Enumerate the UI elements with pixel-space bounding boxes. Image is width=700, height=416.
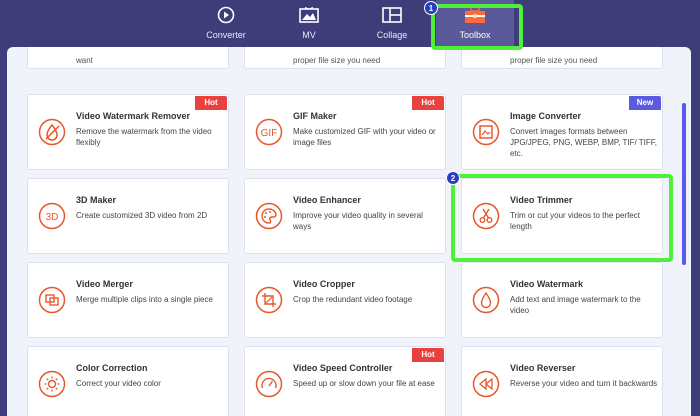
crop-icon bbox=[255, 286, 283, 314]
gif-icon: GIF bbox=[255, 118, 283, 146]
mv-icon bbox=[299, 5, 319, 25]
tool-card-color-correction[interactable]: Color Correction Correct your video colo… bbox=[27, 346, 229, 416]
tool-title: Video Reverser bbox=[510, 363, 576, 373]
partial-card[interactable]: proper file size you need bbox=[244, 47, 446, 69]
tool-desc: Create customized 3D video from 2D bbox=[76, 211, 208, 220]
partial-desc: want bbox=[76, 56, 93, 65]
tool-title: 3D Maker bbox=[76, 195, 117, 205]
watermark-remove-icon bbox=[38, 118, 66, 146]
hot-badge: Hot bbox=[412, 348, 444, 362]
tool-desc: Merge multiple clips into a single piece bbox=[76, 295, 213, 304]
tab-mv[interactable]: MV bbox=[269, 0, 349, 48]
tool-card-video-reverser[interactable]: Video Reverser Reverse your video and tu… bbox=[461, 346, 663, 416]
tool-desc: Speed up or slow down your file at ease bbox=[293, 379, 435, 388]
scrollbar-thumb[interactable] bbox=[682, 103, 686, 265]
droplet-icon bbox=[472, 286, 500, 314]
merge-icon bbox=[38, 286, 66, 314]
tool-card-video-speed-controller[interactable]: Video Speed Controller Speed up or slow … bbox=[244, 346, 446, 416]
palette-icon bbox=[255, 202, 283, 230]
tool-title: Video Cropper bbox=[293, 279, 355, 289]
tool-title: Color Correction bbox=[76, 363, 148, 373]
partial-card[interactable]: want bbox=[27, 47, 229, 69]
tool-card-gif-maker[interactable]: GIF GIF Maker Make customized GIF with y… bbox=[244, 94, 446, 170]
tool-card-video-cropper[interactable]: Video Cropper Crop the redundant video f… bbox=[244, 262, 446, 338]
tab-label: MV bbox=[302, 30, 316, 40]
tool-desc: Add text and image watermark to the vide… bbox=[510, 295, 641, 315]
toolbox-highlight bbox=[431, 4, 523, 50]
tab-collage[interactable]: Collage bbox=[352, 0, 432, 48]
tool-title: Video Merger bbox=[76, 279, 133, 289]
hot-badge: Hot bbox=[195, 96, 227, 110]
tool-card-video-enhancer[interactable]: Video Enhancer Improve your video qualit… bbox=[244, 178, 446, 254]
tool-card-image-converter[interactable]: Image Converter Convert images formats b… bbox=[461, 94, 663, 170]
speedometer-icon bbox=[255, 370, 283, 398]
tool-title: Video Watermark bbox=[510, 279, 584, 289]
tool-desc: Reverse your video and turn it backwards bbox=[510, 379, 658, 388]
sun-icon bbox=[38, 370, 66, 398]
tool-desc: Improve your video quality in several wa… bbox=[293, 211, 423, 231]
partial-card[interactable]: proper file size you need bbox=[461, 47, 663, 69]
tool-card-video-watermark[interactable]: Video Watermark Add text and image water… bbox=[461, 262, 663, 338]
tab-converter[interactable]: Converter bbox=[186, 0, 266, 48]
svg-text:3D: 3D bbox=[46, 212, 59, 223]
top-nav: Converter MV Collage Toolbox bbox=[0, 0, 700, 48]
tool-title: Image Converter bbox=[510, 111, 582, 121]
partial-desc: proper file size you need bbox=[293, 56, 381, 65]
tool-desc: Make customized GIF with your video or i… bbox=[293, 127, 436, 147]
rewind-icon bbox=[472, 370, 500, 398]
video-trimmer-highlight bbox=[451, 174, 673, 262]
collage-icon bbox=[382, 5, 402, 25]
hot-badge: Hot bbox=[412, 96, 444, 110]
tool-card-video-watermark-remover[interactable]: Video Watermark Remover Remove the water… bbox=[27, 94, 229, 170]
tab-label: Converter bbox=[206, 30, 246, 40]
tool-card-video-merger[interactable]: Video Merger Merge multiple clips into a… bbox=[27, 262, 229, 338]
tool-title: Video Enhancer bbox=[293, 195, 361, 205]
tool-card-3d-maker[interactable]: 3D 3D Maker Create customized 3D video f… bbox=[27, 178, 229, 254]
partial-desc: proper file size you need bbox=[510, 56, 598, 65]
converter-icon bbox=[217, 5, 235, 25]
tab-label: Collage bbox=[376, 30, 408, 40]
tool-title: Video Watermark Remover bbox=[76, 111, 191, 121]
step-marker-2: 2 bbox=[446, 171, 460, 185]
tool-title: GIF Maker bbox=[293, 111, 337, 121]
new-badge: New bbox=[629, 96, 661, 110]
tool-desc: Correct your video color bbox=[76, 379, 161, 388]
tool-desc: Remove the watermark from the video flex… bbox=[76, 127, 212, 147]
tool-desc: Convert images formats between JPG/JPEG,… bbox=[510, 127, 657, 158]
tool-desc: Crop the redundant video footage bbox=[293, 295, 413, 304]
image-convert-icon bbox=[472, 118, 500, 146]
tool-title: Video Speed Controller bbox=[293, 363, 393, 373]
step-marker-1: 1 bbox=[424, 1, 438, 15]
3d-icon: 3D bbox=[38, 202, 66, 230]
svg-text:GIF: GIF bbox=[261, 128, 278, 139]
